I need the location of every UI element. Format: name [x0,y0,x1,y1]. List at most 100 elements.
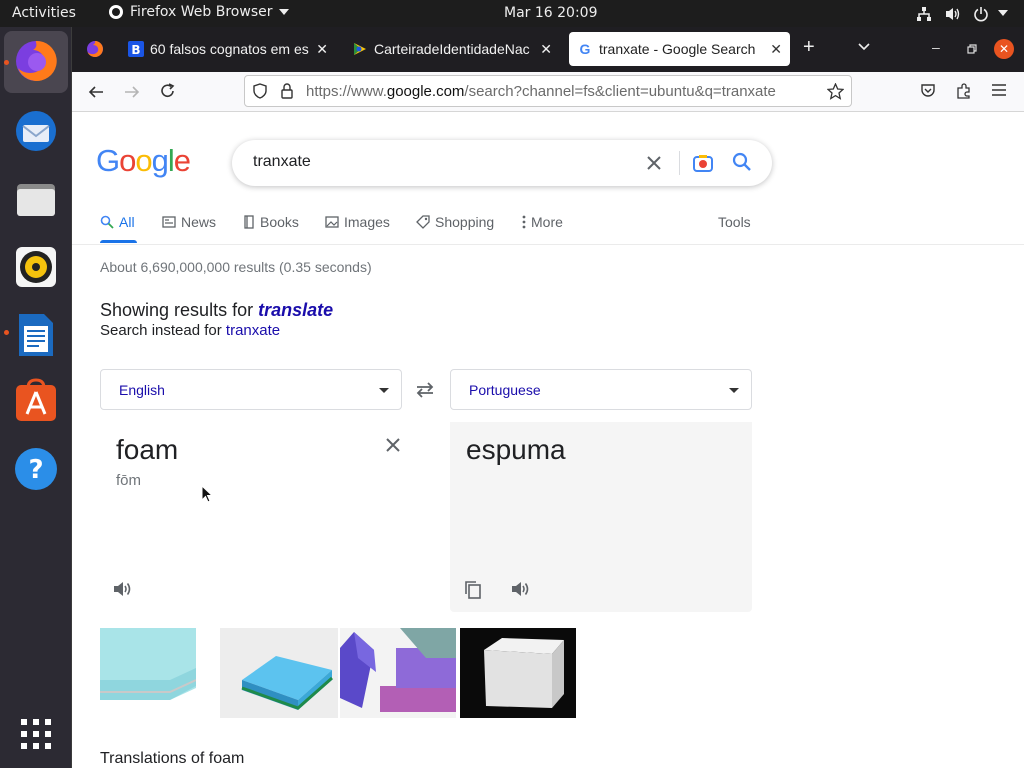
tab-label: Books [260,214,299,230]
clear-source-icon[interactable] [385,437,401,453]
app-menu[interactable]: Firefox Web Browser [108,4,289,20]
back-arrow-icon[interactable] [88,84,104,100]
new-tab-button[interactable]: + [803,37,815,57]
browser-tab-bar: B 60 falsos cognatos em es ✕ CarteiradeI… [72,27,1024,72]
files-dock-icon[interactable] [12,175,60,223]
dropdown-caret-icon [729,388,739,393]
svg-text:B: B [131,43,140,57]
tab-all[interactable]: All [100,214,135,230]
extensions-icon[interactable] [956,83,972,99]
target-text-panel: espuma [450,422,752,612]
help-dock-icon[interactable]: ? [12,445,60,493]
tab-news[interactable]: News [162,214,216,230]
tools-button[interactable]: Tools [718,214,751,230]
original-query-link[interactable]: tranxate [226,322,280,339]
source-language-label: English [119,381,165,398]
speaker-icon[interactable] [113,580,133,598]
network-icon[interactable] [916,6,932,22]
tab-label: 60 falsos cognatos em es [150,41,309,57]
forward-arrow-icon[interactable] [124,84,140,100]
url-domain: google.com [386,83,465,100]
list-tabs-chevron-icon[interactable] [858,43,870,51]
tab-label: News [181,214,217,230]
showing-prefix: Showing results for [100,300,259,320]
ubuntu-software-dock-icon[interactable] [12,377,60,425]
tab-label: Shopping [435,214,495,230]
activities-button[interactable]: Activities [12,5,76,21]
tab-falsos-cognatos[interactable]: B 60 falsos cognatos em es ✕ [120,32,336,66]
target-language-label: Portuguese [469,381,541,398]
news-icon [162,216,176,228]
tools-label: Tools [718,214,751,230]
close-tab-icon[interactable]: ✕ [540,41,552,58]
google-logo[interactable]: Google [96,143,191,179]
firefox-small-icon [109,5,123,19]
gov-favicon-icon [354,43,366,55]
tab-google-search[interactable]: G tranxate - Google Search ✕ [569,32,790,66]
tab-books[interactable]: Books [243,214,299,230]
close-tab-icon[interactable]: ✕ [316,41,328,58]
source-text[interactable]: foam [116,434,178,466]
power-icon[interactable] [973,6,989,22]
dropdown-caret-icon [379,388,389,393]
svg-text:G: G [580,41,591,57]
search-icon[interactable] [732,152,752,172]
thunderbird-dock-icon[interactable] [12,107,60,155]
search-input[interactable]: tranxate [253,153,311,171]
source-language-select[interactable]: English [100,369,402,410]
tab-more[interactable]: More [522,214,563,230]
tab-images[interactable]: Images [325,214,390,230]
system-menu-chevron-icon[interactable] [998,9,1008,17]
url-bar[interactable]: https://www.google.com/search?channel=fs… [244,75,852,107]
search-divider [679,151,680,175]
pocket-icon[interactable] [920,83,936,99]
search-instead: Search instead for tranxate [100,322,280,339]
firefox-dock-icon[interactable] [12,37,60,85]
foam-image-3[interactable] [340,628,456,718]
translations-heading: Translations of foam [100,750,245,767]
search-box[interactable]: tranxate [232,140,772,186]
close-tab-icon[interactable]: ✕ [770,41,782,58]
libreoffice-writer-dock-icon[interactable] [12,311,60,359]
foam-image-1[interactable] [100,628,196,718]
rhythmbox-dock-icon[interactable] [12,243,60,291]
show-applications-icon[interactable] [12,710,60,758]
pronunciation: fōm [116,472,142,489]
chevron-down-icon [278,9,289,15]
shield-icon[interactable] [252,83,268,99]
image-icon [325,216,339,228]
reload-icon[interactable] [160,83,176,99]
foam-image-4[interactable] [460,628,576,718]
target-language-select[interactable]: Portuguese [450,369,752,410]
browser-nav-bar: https://www.google.com/search?channel=fs… [72,72,1024,112]
swap-languages-icon[interactable] [415,382,435,398]
gnome-top-bar: Activities Firefox Web Browser Mar 16 20… [0,0,1024,27]
tab-label: tranxate - Google Search [599,41,756,57]
firefox-view-button[interactable] [78,32,112,66]
camera-lens-icon[interactable] [692,152,714,174]
book-icon [244,215,254,229]
clear-icon[interactable] [646,155,662,171]
copy-icon[interactable] [464,580,482,600]
tabs-divider [72,244,1024,245]
lock-icon[interactable] [280,83,294,99]
close-window-button[interactable]: ✕ [994,39,1014,59]
tab-carteira-identidade[interactable]: CarteiradeIdentidadeNac ✕ [344,32,560,66]
bookmark-star-icon[interactable] [827,83,844,100]
tab-label: All [119,214,135,230]
tag-icon [416,215,430,229]
corrected-query-link[interactable]: translate [258,300,333,320]
tab-label: Images [344,214,390,230]
tab-shopping[interactable]: Shopping [416,214,494,230]
speaker-icon[interactable] [511,580,531,598]
mouse-cursor-icon [201,485,213,503]
minimize-button[interactable]: – [932,39,940,55]
target-text[interactable]: espuma [466,434,566,466]
volume-icon[interactable] [945,6,961,22]
clock[interactable]: Mar 16 20:09 [504,5,597,21]
foam-image-2[interactable] [220,628,338,718]
google-results-page: Google tranxate All News Books Images Sh… [72,112,1024,768]
hamburger-menu-icon[interactable] [992,84,1006,96]
blogger-favicon-icon: B [128,41,144,57]
restore-icon[interactable] [967,44,977,54]
